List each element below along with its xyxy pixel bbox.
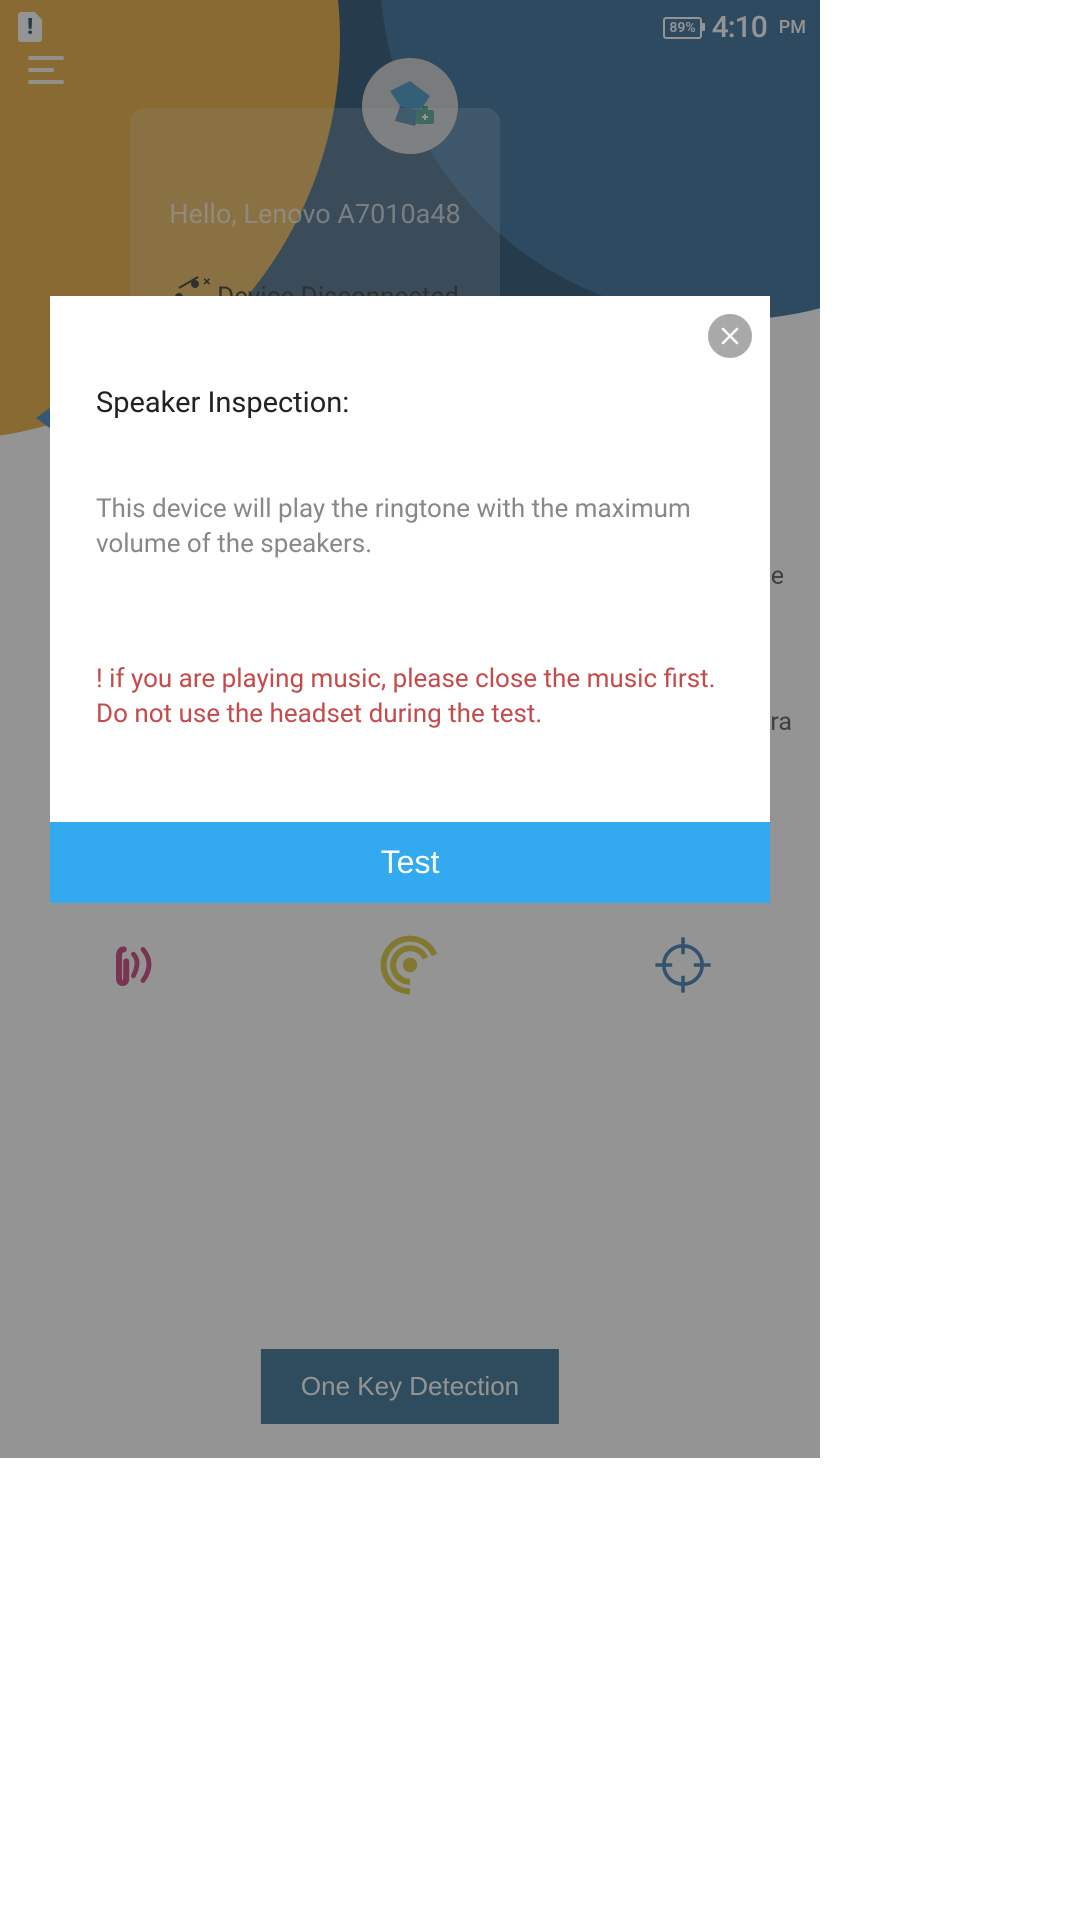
- dialog-description: This device will play the ringtone with …: [96, 492, 724, 562]
- test-button[interactable]: Test: [50, 822, 770, 903]
- dialog-warning: ! if you are playing music, please close…: [96, 662, 724, 732]
- close-button[interactable]: [708, 314, 752, 358]
- dialog-title: Speaker Inspection:: [96, 386, 724, 420]
- speaker-inspection-dialog: Speaker Inspection: This device will pla…: [50, 296, 770, 903]
- close-icon: [720, 326, 740, 346]
